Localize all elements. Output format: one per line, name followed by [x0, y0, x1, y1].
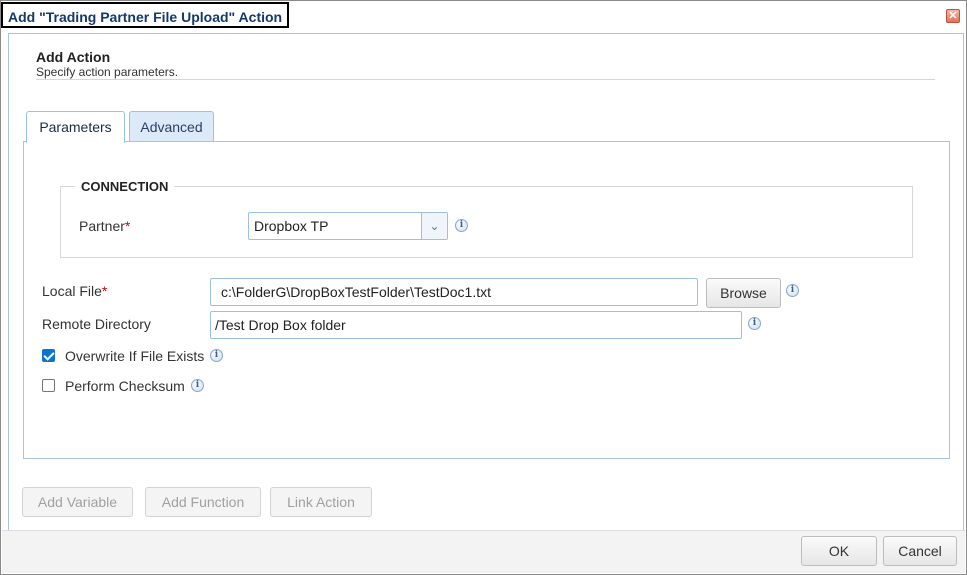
partner-select-value: Dropbox TP [254, 218, 329, 234]
tab-content-parameters: CONNECTION Partner* Dropbox TP ⌄ i Local… [23, 141, 950, 459]
remote-directory-input[interactable]: /Test Drop Box folder [210, 311, 742, 339]
checksum-checkbox[interactable] [42, 379, 55, 392]
overwrite-checkbox[interactable] [42, 349, 55, 362]
checksum-label: Perform Checksum [65, 378, 185, 394]
dialog-title: Add "Trading Partner File Upload" Action [1, 2, 290, 28]
tab-advanced[interactable]: Advanced [129, 111, 214, 142]
overwrite-label: Overwrite If File Exists [65, 348, 205, 364]
info-icon[interactable]: i [191, 379, 204, 392]
close-icon[interactable]: ✕ [946, 9, 960, 23]
local-file-label: Local File* [42, 283, 107, 299]
info-icon[interactable]: i [455, 219, 468, 232]
local-file-label-text: Local File [42, 283, 102, 299]
info-icon[interactable]: i [210, 349, 223, 362]
required-marker: * [124, 218, 131, 234]
add-function-button[interactable]: Add Function [145, 487, 261, 517]
cancel-button[interactable]: Cancel [883, 536, 957, 566]
main-panel: Add Action Specify action parameters. Pa… [8, 33, 964, 531]
add-variable-button[interactable]: Add Variable [22, 487, 133, 517]
remote-directory-label: Remote Directory [42, 316, 151, 332]
local-file-input[interactable]: c:\FolderG\DropBoxTestFolder\TestDoc1.tx… [210, 278, 698, 306]
title-bar: Add "Trading Partner File Upload" Action… [1, 1, 966, 31]
required-marker: * [101, 283, 108, 299]
section-subtitle: Specify action parameters. [36, 65, 179, 79]
connection-legend: CONNECTION [75, 179, 175, 194]
info-icon[interactable]: i [748, 317, 761, 330]
divider [36, 79, 935, 80]
section-title: Add Action [36, 49, 111, 65]
dialog-footer: OK Cancel [2, 530, 965, 573]
partner-label-text: Partner [79, 218, 125, 234]
partner-select[interactable]: Dropbox TP ⌄ [248, 212, 448, 240]
chevron-down-icon[interactable]: ⌄ [421, 213, 447, 239]
link-action-button[interactable]: Link Action [270, 487, 372, 517]
info-icon[interactable]: i [786, 284, 799, 297]
browse-button[interactable]: Browse [706, 278, 781, 308]
connection-group: CONNECTION Partner* Dropbox TP ⌄ i [60, 179, 913, 258]
dialog-window: Add "Trading Partner File Upload" Action… [0, 0, 967, 575]
partner-label: Partner* [79, 218, 130, 234]
ok-button[interactable]: OK [801, 536, 877, 566]
tab-parameters[interactable]: Parameters [26, 111, 125, 143]
